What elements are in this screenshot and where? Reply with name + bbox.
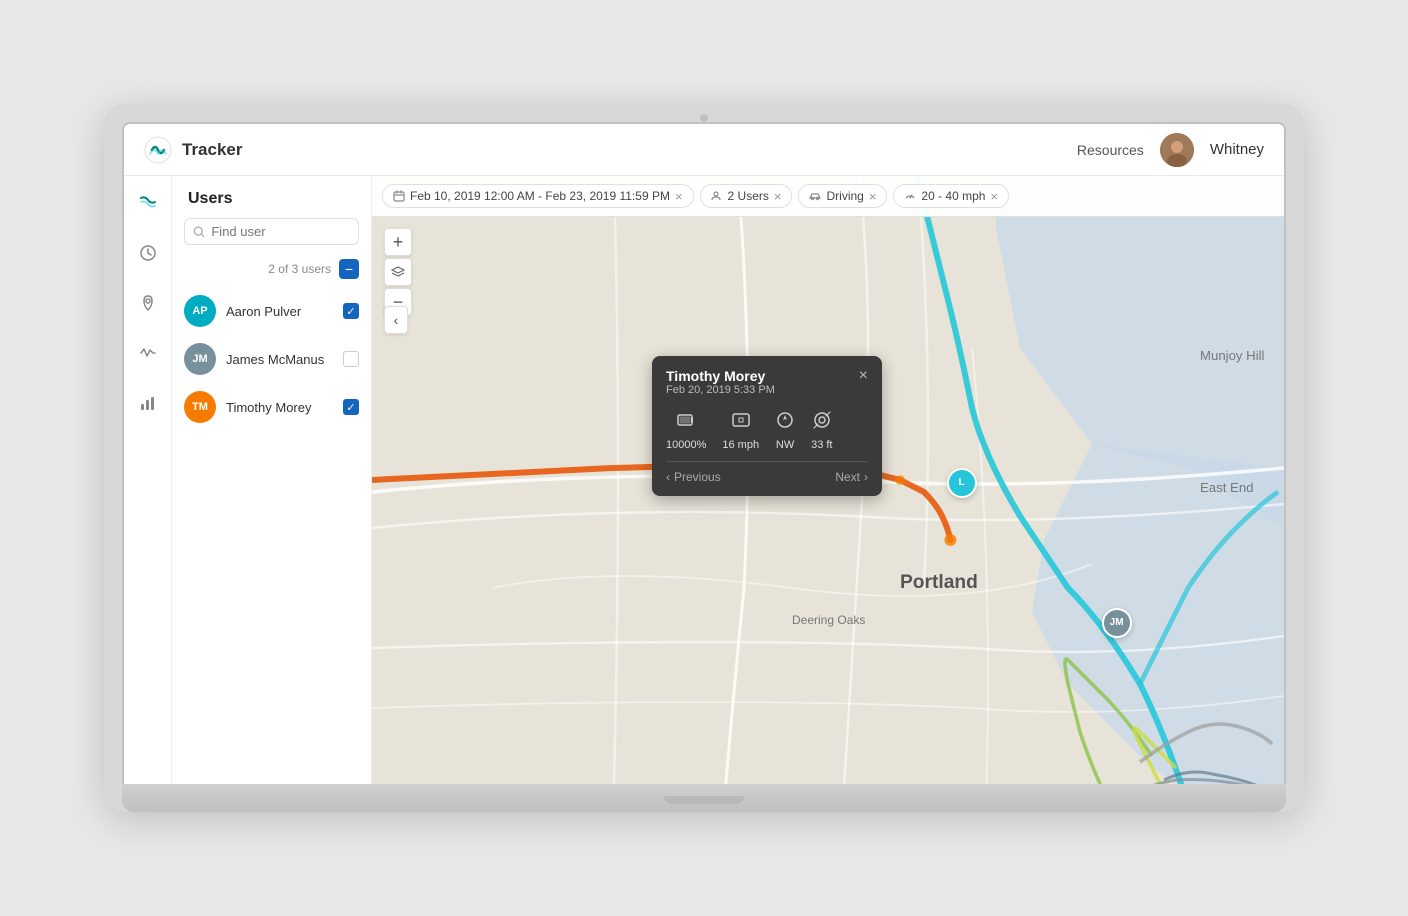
svg-text:Munjoy Hill: Munjoy Hill [1200, 348, 1265, 363]
popup-stat-accuracy: 33 ft [811, 410, 832, 451]
topbar-right: Resources Whitney [1077, 133, 1264, 167]
logo-icon [144, 136, 172, 164]
map-area: Feb 10, 2019 12:00 AM - Feb 23, 2019 11:… [372, 176, 1284, 784]
calendar-icon [393, 190, 405, 202]
popup-stat-direction: NW [775, 410, 795, 451]
popup-date: Feb 20, 2019 5:33 PM [666, 384, 775, 396]
driving-filter-label: Driving [826, 189, 863, 203]
sidebar-icon-activity[interactable] [133, 338, 163, 368]
map-background[interactable]: Portland Munjoy Hill East End Deering Oa… [372, 176, 1284, 784]
speed-popup-icon [731, 410, 751, 435]
sidebar-icons [124, 176, 172, 784]
date-filter-label: Feb 10, 2019 12:00 AM - Feb 23, 2019 11:… [410, 189, 670, 203]
laptop-notch [664, 796, 744, 804]
user-count-bar: 2 of 3 users − [172, 255, 371, 287]
popup-nav: ‹ Previous Next › [666, 461, 868, 484]
panel-title: Users [172, 176, 371, 218]
driving-icon [809, 190, 821, 202]
sidebar-icon-tracker[interactable] [133, 188, 163, 218]
direction-icon [775, 410, 795, 435]
map-controls: + − [384, 228, 412, 316]
user-checkbox-ap[interactable] [343, 303, 359, 319]
popup-next-button[interactable]: Next › [835, 470, 868, 484]
sidebar-icon-history[interactable] [133, 238, 163, 268]
user-checkbox-tm[interactable] [343, 399, 359, 415]
users-filter-close[interactable]: × [774, 190, 782, 203]
svg-text:Portland: Portland [900, 572, 978, 593]
avatar[interactable] [1160, 133, 1194, 167]
next-label: Next [835, 470, 860, 484]
zoom-in-button[interactable]: + [384, 228, 412, 256]
popup-close-button[interactable]: × [859, 368, 868, 384]
sidebar-icon-location[interactable] [133, 288, 163, 318]
popup-stat-battery: 10000% [666, 410, 706, 451]
speed-filter-chip[interactable]: 20 - 40 mph × [893, 184, 1009, 208]
user-panel: Users 2 of 3 users − AP [172, 176, 372, 784]
laptop-camera [700, 114, 708, 122]
user-item-timothy[interactable]: TM Timothy Morey [172, 383, 371, 431]
date-filter-close[interactable]: × [675, 190, 683, 203]
deselect-button[interactable]: − [339, 259, 359, 279]
search-box[interactable] [184, 218, 359, 245]
users-icon [711, 190, 723, 202]
popup-header: Timothy Morey Feb 20, 2019 5:33 PM × [666, 368, 868, 406]
popup-direction-value: NW [776, 439, 794, 451]
avatar-image [1160, 133, 1194, 167]
user-item-james[interactable]: JM James McManus [172, 335, 371, 383]
popup-battery-value: 10000% [666, 439, 706, 451]
user-checkbox-jm[interactable] [343, 351, 359, 367]
username: Whitney [1210, 141, 1264, 158]
popup-stat-speed: 16 mph [722, 410, 759, 451]
layers-button[interactable] [384, 258, 412, 286]
user-count: 2 of 3 users [268, 262, 331, 276]
map-popup: Timothy Morey Feb 20, 2019 5:33 PM × [652, 356, 882, 496]
user-badge-tm: TM [184, 391, 216, 423]
user-name-tm: Timothy Morey [226, 400, 333, 415]
driving-filter-close[interactable]: × [869, 190, 877, 203]
accuracy-icon [812, 410, 832, 435]
sidebar-icon-chart[interactable] [133, 388, 163, 418]
users-filter-chip[interactable]: 2 Users × [700, 184, 793, 208]
popup-left: Timothy Morey Feb 20, 2019 5:33 PM [666, 368, 775, 406]
app-title: Tracker [182, 140, 243, 160]
speed-icon [904, 190, 916, 202]
filter-bar: Feb 10, 2019 12:00 AM - Feb 23, 2019 11:… [372, 176, 1284, 217]
search-icon [193, 225, 205, 239]
popup-prev-button[interactable]: ‹ Previous [666, 470, 721, 484]
speed-filter-close[interactable]: × [990, 190, 998, 203]
date-filter-chip[interactable]: Feb 10, 2019 12:00 AM - Feb 23, 2019 11:… [382, 184, 694, 208]
laptop-base [122, 784, 1286, 812]
prev-label: Previous [674, 470, 721, 484]
layers-icon [391, 265, 405, 279]
resources-link[interactable]: Resources [1077, 142, 1144, 158]
svg-text:Deering Oaks: Deering Oaks [792, 613, 865, 627]
driving-filter-chip[interactable]: Driving × [798, 184, 887, 208]
marker-timothy[interactable]: L [947, 468, 977, 498]
main-content: Users 2 of 3 users − AP [124, 176, 1284, 784]
popup-stats: 10000% 16 mph [666, 410, 868, 451]
marker-james[interactable]: JM [1102, 608, 1132, 638]
topbar: Tracker Resources Whitney [124, 124, 1284, 176]
user-badge-ap: AP [184, 295, 216, 327]
popup-name: Timothy Morey [666, 368, 775, 384]
prev-arrow: ‹ [666, 470, 670, 484]
speed-filter-label: 20 - 40 mph [921, 189, 985, 203]
search-input[interactable] [211, 224, 350, 239]
popup-accuracy-value: 33 ft [811, 439, 832, 451]
topbar-left: Tracker [144, 136, 243, 164]
svg-text:East End: East End [1200, 480, 1254, 495]
user-item-aaron[interactable]: AP Aaron Pulver [172, 287, 371, 335]
next-arrow: › [864, 470, 868, 484]
battery-icon [676, 410, 696, 435]
collapse-panel-button[interactable]: ‹ [384, 306, 408, 334]
users-filter-label: 2 Users [728, 189, 769, 203]
popup-speed-value: 16 mph [722, 439, 759, 451]
user-name-jm: James McManus [226, 352, 333, 367]
user-name-ap: Aaron Pulver [226, 304, 333, 319]
user-badge-jm: JM [184, 343, 216, 375]
